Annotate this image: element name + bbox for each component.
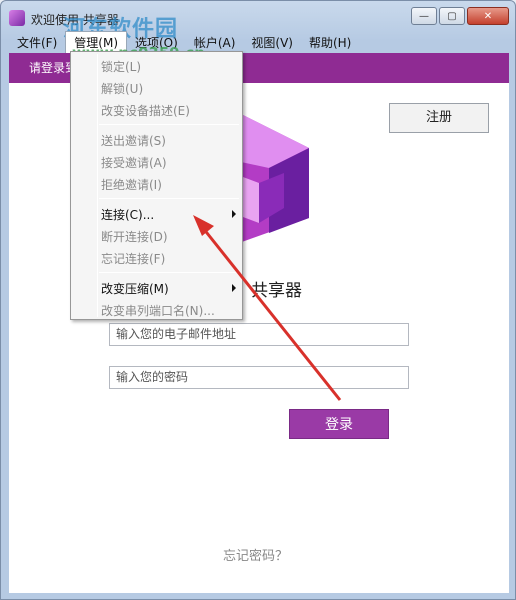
- menu-separator: [99, 272, 239, 273]
- menu-item-unlock: 解锁(U): [101, 82, 144, 96]
- menu-item-change-device-description: 改变设备描述(E): [101, 104, 190, 118]
- menu-separator: [99, 198, 239, 199]
- menu-item-disconnect: 断开连接(D): [101, 230, 168, 244]
- window-controls: — ▢ ✕: [411, 7, 509, 25]
- email-field[interactable]: 输入您的电子邮件地址: [109, 323, 409, 346]
- submenu-arrow-icon: [232, 210, 236, 218]
- menu-item-lock: 锁定(L): [101, 60, 142, 74]
- menu-item-accept-invite: 接受邀请(A): [101, 156, 167, 170]
- manage-dropdown-menu: 锁定(L) 解锁(U) 改变设备描述(E) 送出邀请(S) 接受邀请(A) 拒绝…: [70, 51, 243, 320]
- menu-item-change-compression[interactable]: 改变压缩(M): [101, 280, 169, 297]
- menu-item-send-invite: 送出邀请(S): [101, 134, 166, 148]
- menu-gutter: [97, 54, 98, 317]
- maximize-button[interactable]: ▢: [439, 7, 465, 25]
- register-button[interactable]: 注册: [389, 103, 489, 133]
- app-logo-icon: [9, 10, 25, 26]
- menu-item-forget-connection: 忘记连接(F): [101, 252, 166, 266]
- minimize-button[interactable]: —: [411, 7, 437, 25]
- forgot-password-link[interactable]: 忘记密码？: [223, 545, 288, 564]
- menu-file[interactable]: 文件(F): [9, 32, 65, 53]
- app-name-label: 共享器: [251, 281, 302, 301]
- menu-separator: [99, 124, 239, 125]
- menu-item-connect[interactable]: 连接(C)...: [101, 206, 154, 223]
- menu-help[interactable]: 帮助(H): [301, 32, 359, 53]
- menu-item-reject-invite: 拒绝邀请(I): [101, 178, 162, 192]
- menu-view[interactable]: 视图(V): [243, 32, 301, 53]
- close-button[interactable]: ✕: [467, 7, 509, 25]
- menu-item-change-serial-port-name: 改变串列端口名(N)...: [101, 304, 215, 318]
- submenu-arrow-icon: [232, 284, 236, 292]
- title-bar[interactable]: 欢迎使用 共享器 河东软件园 — ▢ ✕: [1, 1, 515, 42]
- login-button[interactable]: 登录: [289, 409, 389, 439]
- password-field[interactable]: 输入您的密码: [109, 366, 409, 389]
